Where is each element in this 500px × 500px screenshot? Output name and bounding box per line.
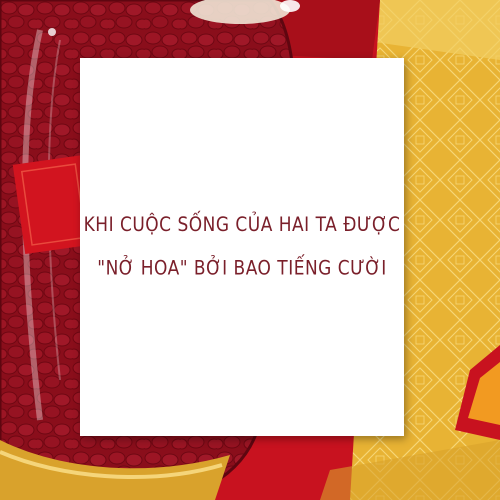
- scene: KHI CUỘC SỐNG CỦA HAI TA ĐƯỢC "NỞ HOA" B…: [0, 0, 500, 500]
- message-card: KHI CUỘC SỐNG CỦA HAI TA ĐƯỢC "NỞ HOA" B…: [80, 58, 404, 436]
- caption-line-1: KHI CUỘC SỐNG CỦA HAI TA ĐƯỢC: [83, 213, 401, 237]
- caption-line-2: "NỞ HOA" BỞI BAO TIẾNG CƯỜI: [97, 257, 387, 281]
- card-caption: KHI CUỘC SỐNG CỦA HAI TA ĐƯỢC "NỞ HOA" B…: [84, 203, 401, 290]
